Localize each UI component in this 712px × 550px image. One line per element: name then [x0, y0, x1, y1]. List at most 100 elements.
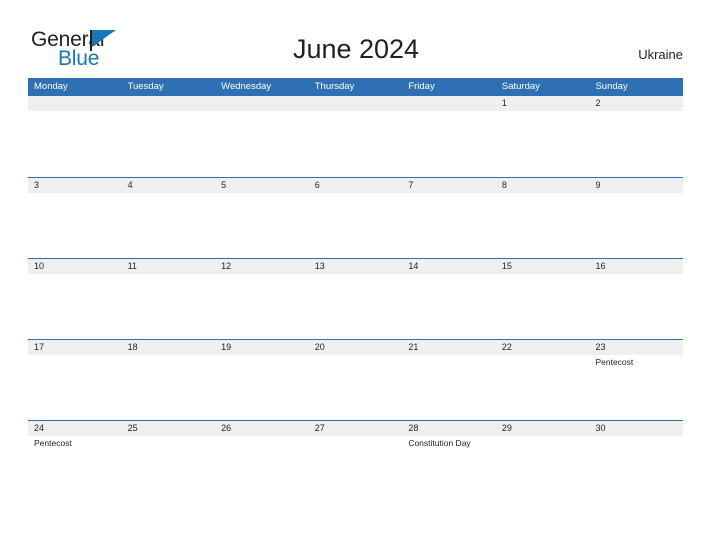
day-events — [215, 193, 309, 195]
day-events — [122, 274, 216, 276]
day-events — [496, 355, 590, 357]
day-events — [589, 436, 683, 438]
day-number: 27 — [308, 421, 403, 436]
day-cell-30[interactable]: 30 — [589, 421, 684, 501]
day-number: 2 — [589, 96, 684, 111]
page-title: June 2024 — [292, 34, 420, 64]
calendar-week-inner: 24 Pentecost 25 26 27 28 Constitution Day 29 30 — [28, 421, 684, 501]
day-events — [589, 111, 683, 113]
day-cell-4[interactable]: 4 — [121, 178, 216, 258]
day-cell-empty — [215, 96, 309, 177]
day-cell-12[interactable]: 12 — [215, 259, 309, 339]
day-cell-2[interactable]: 2 — [589, 96, 684, 177]
day-cell-14[interactable]: 14 — [402, 259, 496, 339]
calendar-week-inner: 17 18 19 20 21 22 23 Pentecost — [28, 340, 684, 420]
day-events — [28, 355, 122, 357]
day-cell-6[interactable]: 6 — [308, 178, 403, 258]
day-cell-19[interactable]: 19 — [215, 340, 309, 420]
day-cell-5[interactable]: 5 — [215, 178, 309, 258]
calendar-week-inner: 12 — [28, 96, 684, 177]
day-cell-22[interactable]: 22 — [495, 340, 590, 420]
day-events — [402, 193, 496, 195]
day-events — [496, 274, 590, 276]
weekday-header-thursday: Thursday — [314, 81, 355, 92]
day-cell-18[interactable]: 18 — [121, 340, 216, 420]
calendar-week-inner: 10 11 12 13 14 15 16 — [28, 259, 684, 339]
holiday-event: Pentecost — [34, 438, 72, 448]
day-events — [589, 274, 683, 276]
country-label: Ukraine — [638, 47, 683, 62]
day-events: Pentecost — [28, 436, 122, 449]
day-number: 23 — [589, 340, 684, 355]
calendar-week-row: 17 18 19 20 21 22 23 Pentecost — [28, 339, 684, 420]
day-number: 16 — [589, 259, 684, 274]
day-cell-29[interactable]: 29 — [495, 421, 590, 501]
day-events — [589, 193, 683, 195]
day-number — [215, 96, 309, 111]
day-events — [215, 111, 309, 113]
day-events — [28, 111, 122, 113]
day-cell-26[interactable]: 26 — [215, 421, 309, 501]
day-events — [402, 355, 496, 357]
day-events — [122, 193, 216, 195]
day-events — [309, 436, 403, 438]
day-events — [122, 111, 216, 113]
day-number: 5 — [215, 178, 309, 193]
calendar-week-row: 12 — [28, 96, 684, 177]
day-cell-empty — [308, 96, 403, 177]
day-cell-15[interactable]: 15 — [495, 259, 590, 339]
day-cell-empty — [121, 96, 216, 177]
day-number: 17 — [28, 340, 122, 355]
day-cell-21[interactable]: 21 — [402, 340, 496, 420]
holiday-event: Constitution Day — [408, 438, 471, 448]
day-number: 28 — [402, 421, 496, 436]
day-events — [215, 355, 309, 357]
day-number: 1 — [495, 96, 590, 111]
day-cell-27[interactable]: 27 — [308, 421, 403, 501]
day-cell-empty — [402, 96, 496, 177]
day-number: 25 — [121, 421, 216, 436]
day-events: Constitution Day — [402, 436, 496, 449]
calendar-week-row: 10 11 12 13 14 15 16 — [28, 258, 684, 339]
day-events — [402, 274, 496, 276]
day-number: 7 — [402, 178, 496, 193]
day-cell-8[interactable]: 8 — [495, 178, 590, 258]
day-number: 26 — [215, 421, 309, 436]
day-events — [28, 193, 122, 195]
day-events — [122, 436, 216, 438]
day-events — [28, 274, 122, 276]
day-cell-7[interactable]: 7 — [402, 178, 496, 258]
day-cell-16[interactable]: 16 — [589, 259, 684, 339]
day-cell-3[interactable]: 3 — [28, 178, 122, 258]
day-cell-23[interactable]: 23 Pentecost — [589, 340, 684, 420]
day-number — [28, 96, 122, 111]
day-cell-1[interactable]: 1 — [495, 96, 590, 177]
weekday-header-saturday: Saturday — [501, 81, 540, 92]
weekday-header-tuesday: Tuesday — [127, 81, 164, 92]
day-number — [121, 96, 216, 111]
day-cell-25[interactable]: 25 — [121, 421, 216, 501]
day-number: 11 — [121, 259, 216, 274]
day-number: 30 — [589, 421, 684, 436]
day-number: 20 — [308, 340, 403, 355]
calendar-grid: Monday Tuesday Wednesday Thursday Friday… — [28, 78, 684, 501]
calendar-page: General Blue June 2024 Ukraine Monday Tu… — [0, 0, 712, 550]
day-events — [122, 355, 216, 357]
day-cell-11[interactable]: 11 — [121, 259, 216, 339]
day-cell-13[interactable]: 13 — [308, 259, 403, 339]
day-cell-24[interactable]: 24 Pentecost — [28, 421, 122, 501]
day-events — [309, 193, 403, 195]
day-events — [496, 111, 590, 113]
day-number: 4 — [121, 178, 216, 193]
day-cell-9[interactable]: 9 — [589, 178, 684, 258]
calendar-week-inner: 3456789 — [28, 178, 684, 258]
day-number: 8 — [495, 178, 590, 193]
day-cell-10[interactable]: 10 — [28, 259, 122, 339]
holiday-event: Pentecost — [595, 357, 634, 367]
weekday-header-sunday: Sunday — [595, 81, 628, 92]
day-cell-28[interactable]: 28 Constitution Day — [402, 421, 496, 501]
day-cell-20[interactable]: 20 — [308, 340, 403, 420]
day-number: 14 — [402, 259, 496, 274]
day-cell-17[interactable]: 17 — [28, 340, 122, 420]
day-number: 21 — [402, 340, 496, 355]
